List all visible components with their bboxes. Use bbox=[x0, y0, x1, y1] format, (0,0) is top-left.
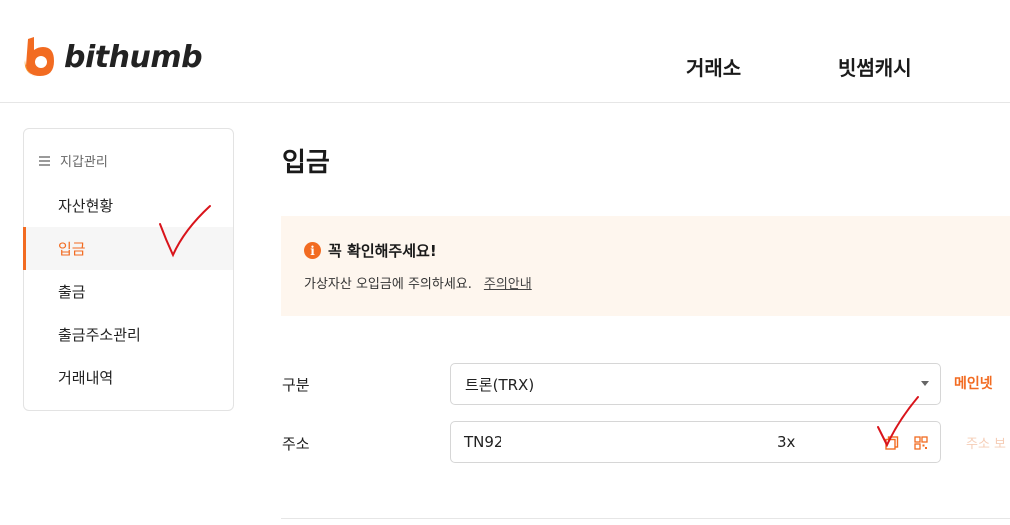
category-label: 구분 bbox=[282, 376, 310, 394]
sidebar-item-label: 입금 bbox=[58, 240, 86, 258]
copy-icon[interactable] bbox=[885, 436, 899, 450]
page-title: 입금 bbox=[282, 148, 330, 178]
nav-exchange[interactable]: 거래소 bbox=[686, 52, 741, 81]
sidebar-item-label: 거래내역 bbox=[58, 369, 114, 387]
dropdown-caret-icon bbox=[921, 381, 929, 386]
address-redaction bbox=[501, 428, 771, 458]
notice-header: i 꼭 확인해주세요! bbox=[304, 240, 437, 261]
menu-icon bbox=[39, 156, 50, 166]
coin-select-value: 트론(TRX) bbox=[465, 375, 535, 394]
coin-select[interactable]: 트론(TRX) bbox=[450, 363, 941, 405]
sidebar-item-label: 출금주소관리 bbox=[58, 326, 141, 344]
sidebar-heading: 지갑관리 bbox=[39, 151, 108, 170]
sidebar-item-withdraw-address[interactable]: 출금주소관리 bbox=[24, 313, 233, 356]
bithumb-logo-icon bbox=[24, 37, 54, 77]
notice-title: 꼭 확인해주세요! bbox=[328, 242, 437, 260]
info-icon: i bbox=[304, 242, 321, 259]
sidebar-heading-label: 지갑관리 bbox=[60, 155, 108, 170]
network-tag: 메인넷 bbox=[954, 376, 993, 392]
sidebar-item-label: 자산현황 bbox=[58, 197, 114, 215]
caution-guide-link[interactable]: 주의안내 bbox=[484, 273, 532, 292]
address-end: 3x bbox=[777, 433, 796, 451]
notice-body: 가상자산 오입금에 주의하세요. 주의안내 bbox=[304, 273, 532, 292]
notice-box: i 꼭 확인해주세요! 가상자산 오입금에 주의하세요. 주의안내 bbox=[281, 216, 1010, 316]
sidebar-item-withdraw[interactable]: 출금 bbox=[24, 270, 233, 313]
address-label: 주소 bbox=[282, 435, 310, 453]
bithumb-logo[interactable]: bithumb bbox=[22, 36, 203, 78]
address-start: TN92 bbox=[464, 433, 504, 451]
sidebar-item-history[interactable]: 거래내역 bbox=[24, 356, 233, 399]
sidebar-item-deposit[interactable]: 입금 bbox=[23, 227, 233, 270]
header: bithumb 거래소 빗썸캐시 bbox=[0, 0, 1010, 103]
deposit-address-field[interactable]: TN92 3x bbox=[450, 421, 941, 463]
sidebar-item-assets[interactable]: 자산현황 bbox=[24, 184, 233, 227]
sidebar-item-label: 출금 bbox=[58, 283, 86, 301]
page: bithumb 거래소 빗썸캐시 지갑관리 자산현황 입금 출금 출금주소관리 … bbox=[0, 0, 1010, 525]
qr-code-icon[interactable] bbox=[914, 436, 928, 450]
wallet-sidebar: 지갑관리 자산현황 입금 출금 출금주소관리 거래내역 bbox=[23, 128, 234, 411]
divider bbox=[281, 518, 1010, 519]
notice-text: 가상자산 오입금에 주의하세요. bbox=[304, 277, 472, 292]
brand-name: bithumb bbox=[64, 39, 203, 75]
address-view-link[interactable]: 주소 보 bbox=[966, 433, 1006, 452]
nav-bithumb-cash[interactable]: 빗썸캐시 bbox=[838, 52, 912, 81]
